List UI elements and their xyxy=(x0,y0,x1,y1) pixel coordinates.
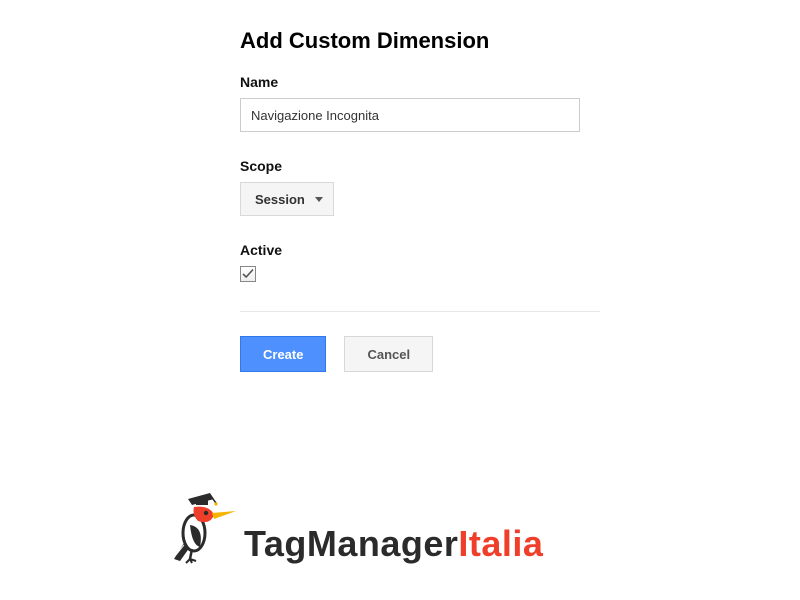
woodpecker-icon xyxy=(170,475,240,565)
check-icon xyxy=(242,268,254,280)
cancel-button[interactable]: Cancel xyxy=(344,336,433,372)
create-button[interactable]: Create xyxy=(240,336,326,372)
page-title: Add Custom Dimension xyxy=(240,28,600,54)
name-label: Name xyxy=(240,74,600,90)
logo-text: TagManagerItalia xyxy=(244,523,543,565)
chevron-down-icon xyxy=(315,197,323,202)
divider xyxy=(240,311,600,312)
active-label: Active xyxy=(240,242,600,258)
name-field-group: Name xyxy=(240,74,600,132)
scope-field-group: Scope Session xyxy=(240,158,600,216)
active-field-group: Active xyxy=(240,242,600,285)
scope-select-value: Session xyxy=(255,192,305,207)
button-row: Create Cancel xyxy=(240,336,600,372)
logo: TagManagerItalia xyxy=(170,475,543,565)
logo-text-part1: TagManager xyxy=(244,523,458,564)
custom-dimension-form: Add Custom Dimension Name Scope Session … xyxy=(240,28,600,372)
scope-label: Scope xyxy=(240,158,600,174)
active-checkbox[interactable] xyxy=(240,266,256,282)
logo-text-part2: Italia xyxy=(458,523,543,564)
scope-select[interactable]: Session xyxy=(240,182,334,216)
name-input[interactable] xyxy=(240,98,580,132)
